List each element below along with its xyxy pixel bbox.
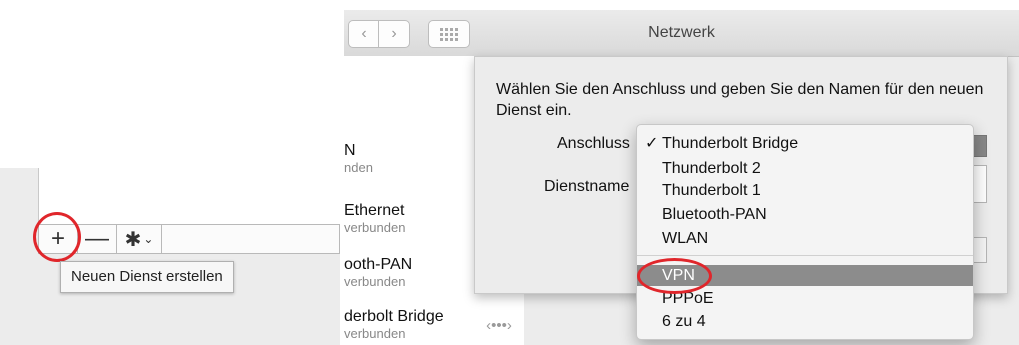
- menu-item-wlan[interactable]: WLAN: [637, 228, 973, 249]
- sheet-message: Wählen Sie den Anschluss und geben Sie d…: [496, 81, 984, 119]
- menu-item-thunderbolt-bridge[interactable]: ✓ Thunderbolt Bridge: [637, 133, 973, 154]
- add-service-tooltip: Neuen Dienst erstellen: [60, 261, 234, 293]
- menu-item-6to4[interactable]: 6 zu 4: [637, 311, 973, 332]
- window-title: Netzwerk: [648, 24, 715, 41]
- checkmark-icon: ✓: [645, 135, 659, 152]
- title-bar: ‹ › Netzwerk: [344, 10, 1019, 57]
- menu-item-pppoe[interactable]: PPPoE: [637, 288, 973, 309]
- menu-item-thunderbolt-2[interactable]: Thunderbolt 2: [637, 158, 973, 179]
- service-name-label: Dienstname: [544, 178, 630, 195]
- add-service-button[interactable]: +: [39, 225, 78, 253]
- service-list-area: [38, 168, 341, 224]
- sidebar-bottom-crop: + — ✱ ⌄ Neuen Dienst erstellen: [0, 0, 341, 345]
- remove-service-button[interactable]: —: [78, 225, 117, 253]
- interface-label: Anschluss: [557, 135, 630, 152]
- service-toolbar: + — ✱ ⌄: [38, 224, 340, 254]
- menu-item-bluetooth-pan[interactable]: Bluetooth-PAN: [637, 204, 973, 225]
- menu-separator: [637, 255, 973, 256]
- gear-icon: ✱: [124, 228, 142, 251]
- horizontal-resize-icon[interactable]: ‹•••›: [480, 310, 518, 340]
- menu-item-thunderbolt-1[interactable]: Thunderbolt 1: [637, 180, 973, 201]
- chevron-down-icon: ⌄: [143, 232, 154, 246]
- menu-item-vpn[interactable]: VPN: [637, 265, 973, 286]
- gear-menu-button[interactable]: ✱ ⌄: [117, 225, 162, 253]
- interface-popup-menu: ✓ Thunderbolt Bridge Thunderbolt 2 Thund…: [636, 124, 974, 340]
